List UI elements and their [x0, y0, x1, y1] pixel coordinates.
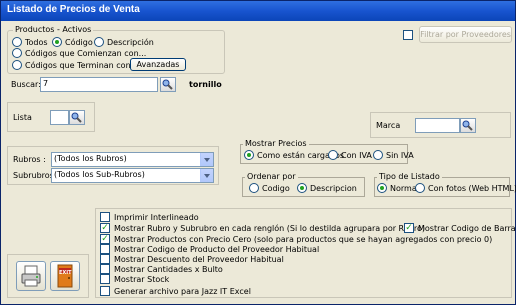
ordenar-legend: Ordenar por — [245, 172, 298, 181]
radio-con-iva[interactable]: Con IVA — [328, 150, 372, 160]
radio-dot — [377, 183, 387, 193]
chevron-down-icon — [200, 169, 213, 182]
checkbox-box — [403, 30, 413, 40]
radio-sin-iva[interactable]: Sin IVA — [373, 150, 414, 160]
checkbox-box — [100, 212, 110, 222]
rubros-select[interactable]: (Todos los Rubros) — [51, 152, 214, 167]
rubros-label: Rubros : — [13, 155, 46, 164]
lista-label: Lista — [13, 113, 32, 122]
radio-dot — [12, 37, 22, 47]
productos-legend: Productos - Activos — [13, 25, 94, 34]
check-rubro-subrubro[interactable]: ✓ Mostrar Rubro y Subrubro en cada rengló… — [100, 223, 425, 233]
check-mostrar-stock[interactable]: Mostrar Stock — [100, 274, 169, 284]
lista-search-icon[interactable] — [69, 110, 85, 125]
radio-dot — [94, 37, 104, 47]
filtrar-proveedores-checkbox[interactable] — [403, 30, 417, 40]
radio-dot — [12, 60, 22, 70]
print-button[interactable] — [16, 261, 46, 291]
checkbox-box: ✓ — [404, 223, 414, 233]
radio-dot — [328, 150, 338, 160]
marca-label: Marca — [376, 121, 401, 130]
radio-dot — [244, 150, 254, 160]
radio-dot — [373, 150, 383, 160]
printer-icon — [21, 265, 41, 287]
radio-dot — [249, 183, 259, 193]
check-interlineado[interactable]: Imprimir Interlineado — [100, 212, 199, 222]
checkbox-box — [100, 254, 110, 264]
tipo-listado-legend: Tipo de Listado — [377, 172, 442, 181]
buscar-input[interactable]: 7 — [40, 77, 158, 92]
checkbox-box: ✓ — [100, 234, 110, 244]
check-codigo-proveedor[interactable]: Mostrar Codigo de Producto del Proveedor… — [100, 244, 319, 254]
check-jazz-excel[interactable]: Generar archivo para Jazz IT Excel — [100, 286, 251, 296]
check-precio-cero[interactable]: ✓ Mostrar Productos con Precio Cero (solo… — [100, 234, 492, 244]
chevron-down-icon — [200, 153, 213, 166]
check-cantidades-bulto[interactable]: Mostrar Cantidades x Bulto — [100, 264, 223, 274]
checkbox-box: ✓ — [100, 223, 110, 233]
filtrar-proveedores-button[interactable]: Filtrar por Proveedores — [419, 26, 512, 43]
radio-ordenar-descripcion[interactable]: Descripcion — [297, 183, 357, 193]
subrubros-select[interactable]: (Todos los Sub-Rubros) — [51, 168, 214, 183]
mostrar-precios-legend: Mostrar Precios — [243, 139, 309, 148]
marca-search-icon[interactable] — [460, 118, 476, 133]
radio-codigo[interactable]: Código — [52, 37, 93, 47]
check-codigo-barras[interactable]: ✓ Mostrar Codigo de Barras — [404, 223, 516, 233]
marca-input[interactable] — [415, 118, 460, 133]
checkbox-box — [100, 244, 110, 254]
search-icon[interactable] — [160, 77, 176, 92]
lista-input[interactable] — [50, 110, 69, 125]
radio-dot — [297, 183, 307, 193]
checkbox-box — [100, 286, 110, 296]
exit-button[interactable]: EXIT — [50, 261, 80, 291]
buscar-label: Buscar: — [11, 80, 41, 89]
radio-descripcion[interactable]: Descripción — [94, 37, 154, 47]
dialog-window: Listado de Precios de Venta Productos - … — [0, 0, 516, 305]
radio-todos[interactable]: Todos — [12, 37, 48, 47]
checkbox-box — [100, 264, 110, 274]
radio-dot — [415, 183, 425, 193]
window-title: Listado de Precios de Venta — [7, 4, 140, 15]
radio-ordenar-codigo[interactable]: Codigo — [249, 183, 290, 193]
buscar-result: tornillo — [189, 80, 222, 89]
radio-normal[interactable]: Normal — [377, 183, 419, 193]
radio-dot — [12, 48, 22, 58]
avanzadas-button[interactable]: Avanzadas — [130, 58, 186, 71]
radio-con-fotos[interactable]: Con fotos (Web HTML) — [415, 183, 516, 193]
radio-dot — [52, 37, 62, 47]
exit-door-icon — [57, 264, 73, 288]
radio-comienzan[interactable]: Códigos que Comienzan con... — [12, 48, 146, 58]
check-descuento-proveedor[interactable]: Mostrar Descuento del Proveedor Habitual — [100, 254, 284, 264]
exit-label: EXIT — [59, 270, 72, 276]
radio-terminan[interactable]: Códigos que Terminan con... — [12, 60, 138, 70]
checkbox-box — [100, 274, 110, 284]
title-bar[interactable]: Listado de Precios de Venta — [1, 1, 515, 21]
